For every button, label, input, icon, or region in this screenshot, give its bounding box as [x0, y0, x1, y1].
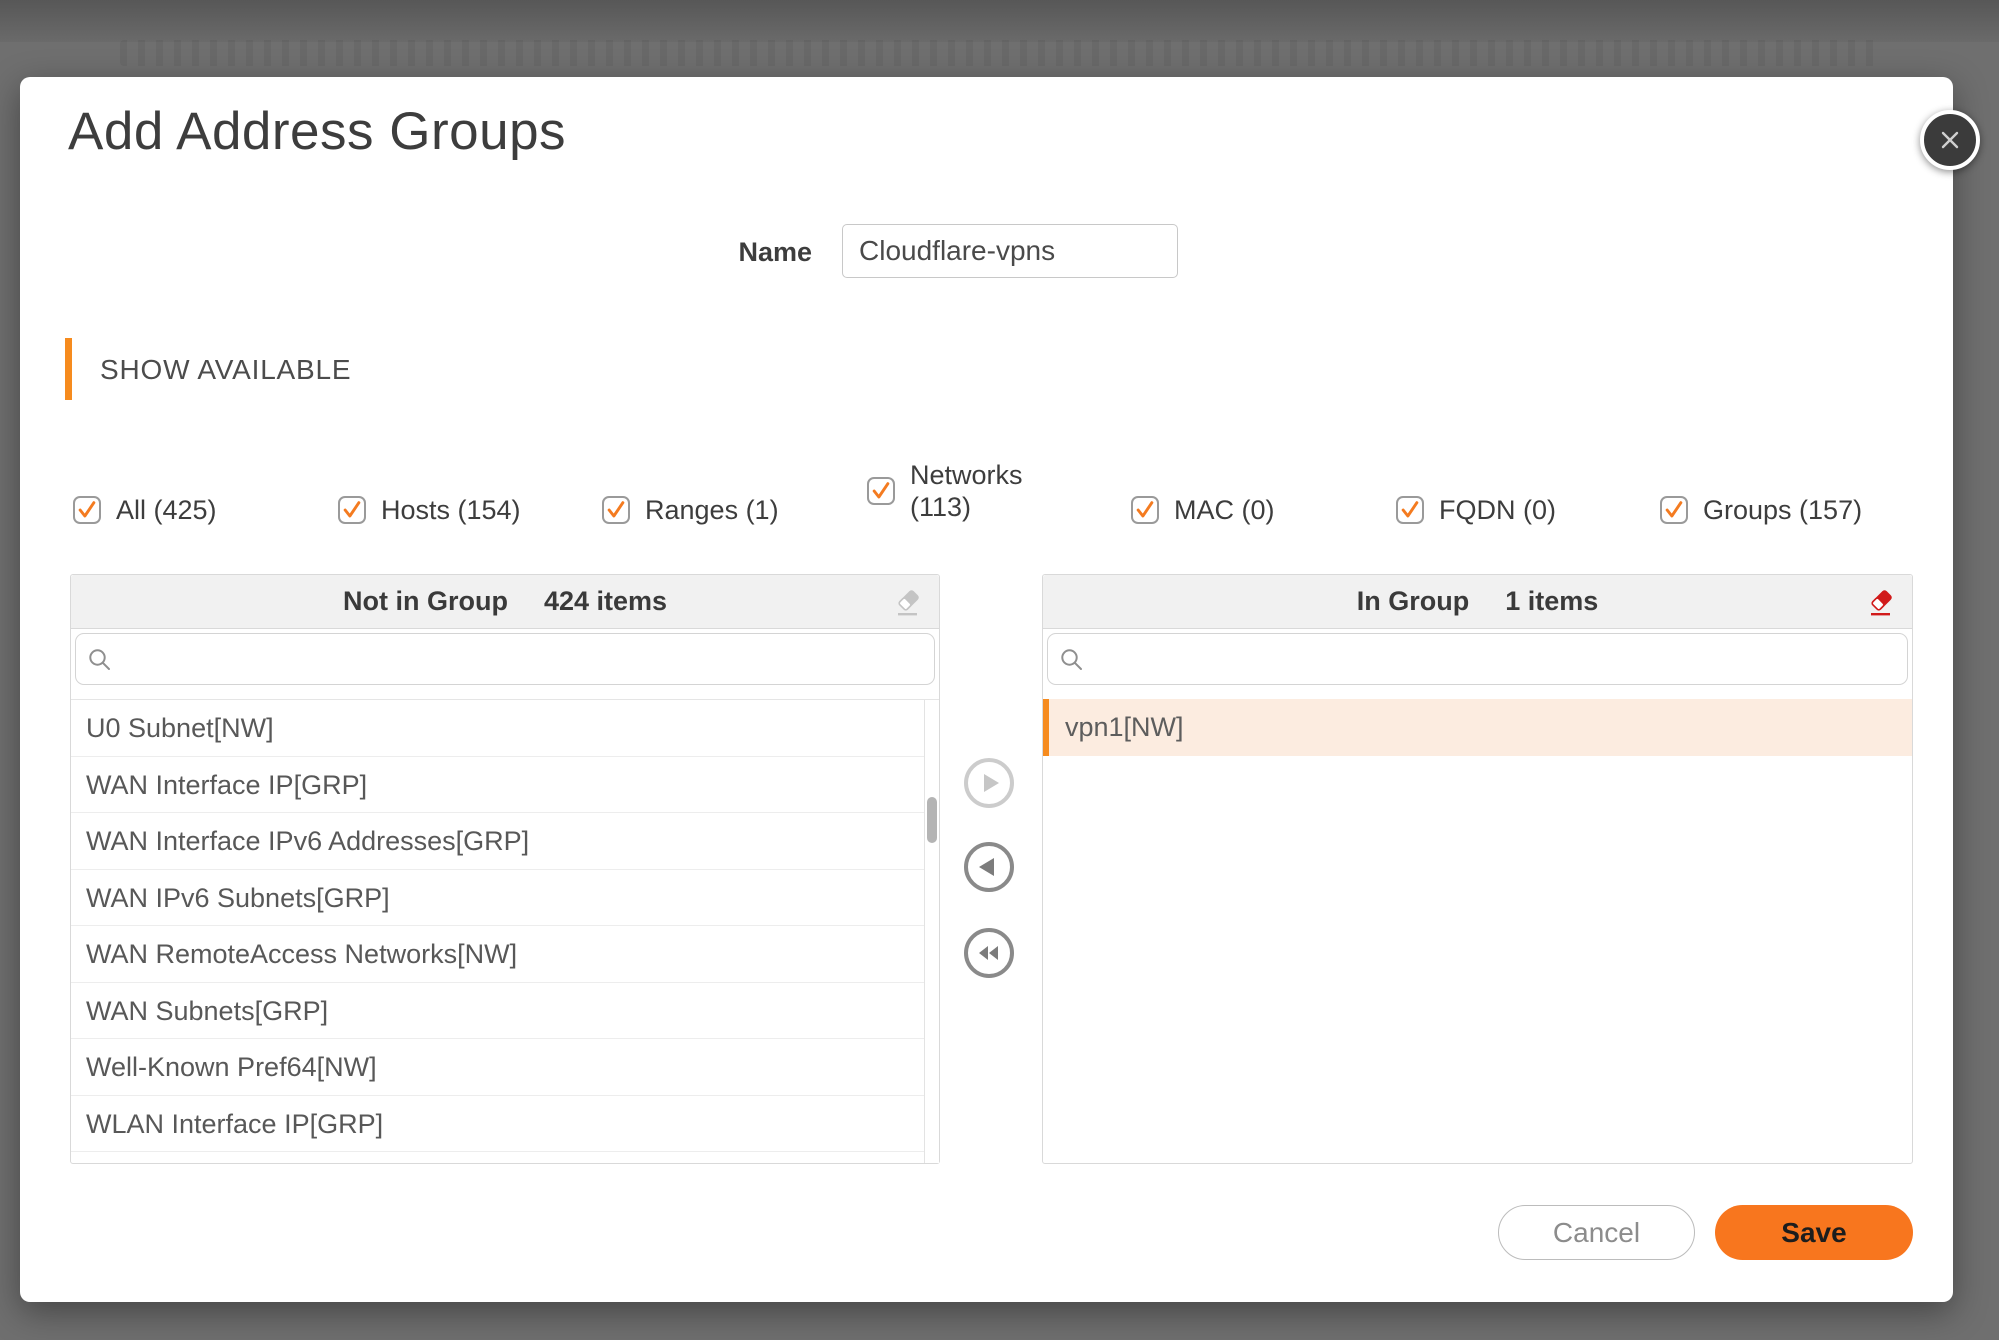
not-in-group-search — [75, 633, 935, 685]
scrollbar-track[interactable] — [924, 700, 939, 1163]
checkmark-icon — [1133, 496, 1157, 524]
checkbox-checked-icon[interactable] — [1660, 496, 1688, 524]
checkmark-icon — [1662, 496, 1686, 524]
list-item[interactable]: U0 Subnet[NW] — [71, 700, 939, 757]
checkmark-icon — [869, 477, 893, 505]
move-all-left-button[interactable] — [964, 928, 1014, 978]
search-input[interactable] — [120, 634, 926, 684]
move-right-button[interactable] — [964, 758, 1014, 808]
list-item[interactable]: WLAN Interface IP[GRP] — [71, 1096, 939, 1153]
name-field-label: Name — [620, 237, 812, 268]
eraser-active-icon[interactable] — [1866, 588, 1896, 618]
list-item[interactable]: WAN Interface IP[GRP] — [71, 757, 939, 814]
panel-title: In Group — [1357, 586, 1469, 617]
filter-label: All (425) — [116, 495, 217, 526]
selected-list-item[interactable]: vpn1[NW] — [1043, 699, 1912, 756]
checkbox-checked-icon[interactable] — [1131, 496, 1159, 524]
checkmark-icon — [340, 496, 364, 524]
not-in-group-panel: Not in Group 424 items U0 Subnet[NW]WAN … — [70, 574, 940, 1164]
filter-checkbox-item[interactable]: Groups (157) — [1660, 473, 1862, 547]
save-button[interactable]: Save — [1715, 1205, 1913, 1260]
filter-checkbox-item[interactable]: All (425) — [73, 473, 217, 547]
scrollbar-thumb[interactable] — [927, 797, 937, 843]
checkbox-checked-icon[interactable] — [602, 496, 630, 524]
filter-checkbox-item[interactable]: MAC (0) — [1131, 473, 1275, 547]
not-in-group-header: Not in Group 424 items — [71, 575, 939, 629]
panel-item-count: 424 items — [544, 586, 667, 617]
close-icon — [1937, 127, 1963, 153]
checkmark-icon — [1398, 496, 1422, 524]
name-input[interactable] — [842, 224, 1178, 278]
move-left-button[interactable] — [964, 842, 1014, 892]
panel-title: Not in Group — [343, 586, 508, 617]
dialog-title: Add Address Groups — [68, 101, 566, 162]
in-group-list: vpn1[NW] — [1043, 699, 1912, 1163]
checkmark-icon — [75, 496, 99, 524]
filter-label: Hosts (154) — [381, 495, 521, 526]
close-button[interactable] — [1920, 110, 1980, 170]
checkbox-checked-icon[interactable] — [867, 477, 895, 505]
list-item[interactable]: WAN RemoteAccess Networks[NW] — [71, 926, 939, 983]
search-icon — [1059, 647, 1085, 673]
checkmark-icon — [604, 496, 628, 524]
cancel-button[interactable]: Cancel — [1498, 1205, 1695, 1260]
in-group-search — [1047, 633, 1908, 685]
checkbox-checked-icon[interactable] — [338, 496, 366, 524]
list-item[interactable]: WAN Subnets[GRP] — [71, 983, 939, 1040]
filter-checkbox-item[interactable]: FQDN (0) — [1396, 473, 1556, 547]
arrow-left-icon — [975, 853, 1003, 881]
filter-label: Networks (113) — [910, 459, 1032, 523]
filter-checkbox-row: All (425) Hosts (154) Ranges (1) — [20, 473, 1953, 547]
filter-checkbox-item[interactable]: Ranges (1) — [602, 473, 779, 547]
search-icon — [87, 647, 113, 673]
filter-checkbox-item[interactable]: Networks (113) — [867, 454, 1032, 528]
checkbox-checked-icon[interactable] — [73, 496, 101, 524]
add-address-groups-dialog: Add Address Groups Name SHOW AVAILABLE A… — [20, 77, 1953, 1302]
panel-item-count: 1 items — [1505, 586, 1598, 617]
list-item[interactable]: Well-Known Pref64[NW] — [71, 1039, 939, 1096]
arrow-right-icon — [975, 769, 1003, 797]
backdrop-header-band — [0, 0, 1999, 42]
list-item[interactable]: WAN IPv6 Subnets[GRP] — [71, 870, 939, 927]
show-available-label: SHOW AVAILABLE — [100, 354, 351, 386]
section-accent-bar — [65, 338, 72, 400]
list-item[interactable]: WAN Interface IPv6 Addresses[GRP] — [71, 813, 939, 870]
filter-checkbox-item[interactable]: Hosts (154) — [338, 473, 521, 547]
not-in-group-list: U0 Subnet[NW]WAN Interface IP[GRP]WAN In… — [71, 699, 939, 1163]
checkbox-checked-icon[interactable] — [1396, 496, 1424, 524]
eraser-icon[interactable] — [893, 588, 923, 618]
filter-label: Groups (157) — [1703, 495, 1862, 526]
in-group-header: In Group 1 items — [1043, 575, 1912, 629]
backdrop-blurred-content — [120, 40, 1880, 66]
search-input[interactable] — [1092, 634, 1899, 684]
filter-label: FQDN (0) — [1439, 495, 1556, 526]
filter-label: Ranges (1) — [645, 495, 779, 526]
double-arrow-left-icon — [974, 939, 1004, 967]
in-group-panel: In Group 1 items vpn1[NW] — [1042, 574, 1913, 1164]
filter-label: MAC (0) — [1174, 495, 1275, 526]
